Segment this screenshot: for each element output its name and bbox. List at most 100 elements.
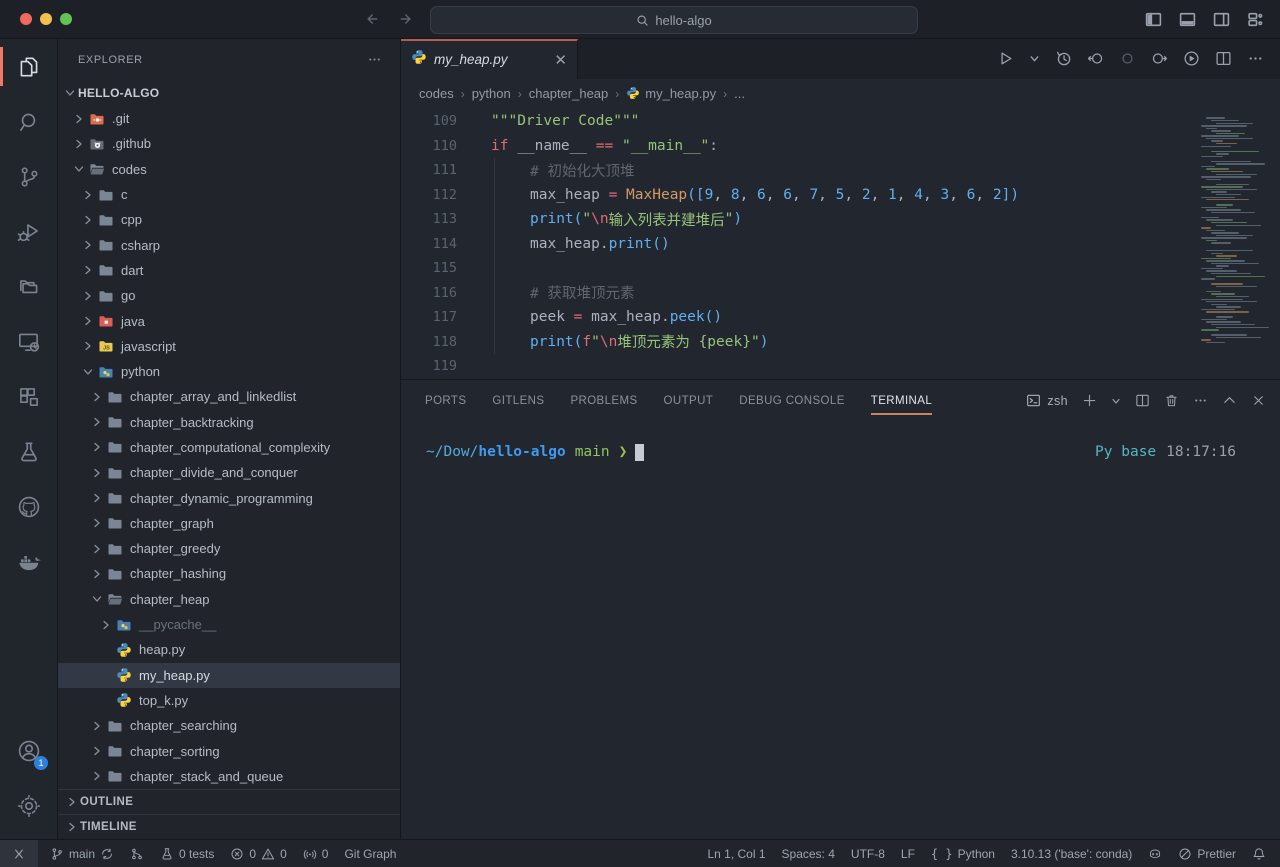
activity-source-control[interactable] <box>0 149 57 204</box>
code-editor[interactable]: 109"""Driver Code"""110if __name__ == "_… <box>401 109 1280 379</box>
dropdown-icon[interactable] <box>1111 396 1121 406</box>
tree-item[interactable]: c <box>58 182 400 207</box>
git-graph-button[interactable] <box>122 840 152 867</box>
language-mode[interactable]: { }Python <box>923 847 1003 861</box>
tree-item[interactable]: HELLO-ALGO <box>58 81 400 106</box>
panel-tab-problems[interactable]: PROBLEMS <box>570 380 637 422</box>
prev-change-icon[interactable] <box>1087 50 1104 67</box>
run-dropdown-icon[interactable] <box>1029 53 1040 64</box>
tree-item[interactable]: chapter_searching <box>58 713 400 738</box>
breadcrumb-item[interactable]: python <box>472 86 511 101</box>
git-graph-label[interactable]: Git Graph <box>336 840 404 867</box>
layout-secondary-icon[interactable] <box>1213 11 1230 28</box>
tree-item[interactable]: chapter_backtracking <box>58 410 400 435</box>
encoding[interactable]: UTF-8 <box>843 847 893 861</box>
feedback-status[interactable]: 0 <box>295 840 337 867</box>
run-icon[interactable] <box>997 50 1014 67</box>
tree-item[interactable]: chapter_sorting <box>58 738 400 763</box>
section-outline[interactable]: OUTLINE <box>58 789 400 814</box>
tree-item[interactable]: chapter_greedy <box>58 536 400 561</box>
code-line[interactable]: 115 <box>401 256 1280 281</box>
panel-tab-terminal[interactable]: TERMINAL <box>871 380 932 422</box>
remote-indicator[interactable] <box>0 840 38 867</box>
tree-item[interactable]: chapter_stack_and_queue <box>58 764 400 789</box>
tree-item[interactable]: chapter_graph <box>58 511 400 536</box>
split-editor-icon[interactable] <box>1215 50 1232 67</box>
file-history-icon[interactable] <box>1055 50 1072 67</box>
breadcrumb-item[interactable]: chapter_heap <box>529 86 609 101</box>
tree-item[interactable]: dart <box>58 258 400 283</box>
python-interpreter[interactable]: 3.10.13 ('base': conda) <box>1003 847 1140 861</box>
tree-item[interactable]: chapter_hashing <box>58 561 400 586</box>
explorer-more-actions-icon[interactable] <box>367 52 382 67</box>
tree-item[interactable]: csharp <box>58 232 400 257</box>
close-tab-icon[interactable]: ✕ <box>554 51 567 69</box>
code-line[interactable]: 110if __name__ == "__main__": <box>401 133 1280 158</box>
activity-settings[interactable] <box>0 778 57 833</box>
branch-status[interactable]: main <box>42 840 122 867</box>
minimize-window-button[interactable] <box>40 13 52 25</box>
layout-sidebar-icon[interactable] <box>1145 11 1162 28</box>
activity-accounts[interactable]: 1 <box>0 723 57 778</box>
tree-item[interactable]: chapter_heap <box>58 587 400 612</box>
history-forward-icon[interactable] <box>398 10 416 28</box>
tree-item[interactable]: cpp <box>58 207 400 232</box>
panel-tab-ports[interactable]: PORTS <box>425 380 466 422</box>
zoom-window-button[interactable] <box>60 13 72 25</box>
cursor-position[interactable]: Ln 1, Col 1 <box>699 847 773 861</box>
tree-item[interactable]: my_heap.py <box>58 663 400 688</box>
activity-extensions[interactable] <box>0 369 57 424</box>
terminal-shell-selector[interactable]: zsh <box>1026 393 1068 408</box>
breadcrumb-item[interactable]: my_heap.py <box>626 86 716 101</box>
code-line[interactable]: 109"""Driver Code""" <box>401 109 1280 134</box>
panel-tab-output[interactable]: OUTPUT <box>664 380 714 422</box>
tests-status[interactable]: 0 tests <box>152 840 222 867</box>
layout-customize-icon[interactable] <box>1247 11 1264 28</box>
tree-item[interactable]: chapter_computational_complexity <box>58 435 400 460</box>
activity-docker[interactable] <box>0 534 57 589</box>
tree-item[interactable]: java <box>58 308 400 333</box>
minimap[interactable] <box>1196 109 1280 379</box>
code-line[interactable]: 118print(f"\n堆顶元素为 {peek}") <box>401 329 1280 354</box>
next-change-icon[interactable] <box>1151 50 1168 67</box>
prettier-status[interactable]: Prettier <box>1170 847 1244 861</box>
tree-item[interactable]: JSjavascript <box>58 334 400 359</box>
problems-status[interactable]: 00 <box>222 840 294 867</box>
activity-remote-explorer[interactable] <box>0 314 57 369</box>
eol[interactable]: LF <box>893 847 923 861</box>
indentation[interactable]: Spaces: 4 <box>774 847 843 861</box>
terminal[interactable]: ~/Dow/hello-algomain❯ Py base18:17:16 <box>401 422 1280 839</box>
panel-tab-gitlens[interactable]: GITLENS <box>492 380 544 422</box>
tree-item[interactable]: chapter_dynamic_programming <box>58 485 400 510</box>
history-back-icon[interactable] <box>362 10 380 28</box>
code-line[interactable]: 111# 初始化大顶堆 <box>401 158 1280 183</box>
code-line[interactable]: 117peek = max_heap.peek() <box>401 305 1280 330</box>
activity-github[interactable] <box>0 479 57 534</box>
activity-open-editors[interactable] <box>0 259 57 314</box>
tree-item[interactable]: chapter_array_and_linkedlist <box>58 384 400 409</box>
run-or-debug-icon[interactable] <box>1183 50 1200 67</box>
split-panel-icon[interactable] <box>1135 393 1150 408</box>
command-center-search[interactable]: hello-algo <box>430 6 918 34</box>
activity-search[interactable] <box>0 94 57 149</box>
tree-item[interactable]: .github <box>58 131 400 156</box>
tree-item[interactable]: top_k.py <box>58 688 400 713</box>
more-icon[interactable] <box>1247 50 1264 67</box>
code-line[interactable]: 116# 获取堆顶元素 <box>401 280 1280 305</box>
section-timeline[interactable]: TIMELINE <box>58 814 400 839</box>
tree-item[interactable]: .git <box>58 106 400 131</box>
add-icon[interactable] <box>1082 393 1097 408</box>
notifications[interactable] <box>1244 847 1274 861</box>
tree-item[interactable]: go <box>58 283 400 308</box>
panel-tab-debug-console[interactable]: DEBUG CONSOLE <box>739 380 845 422</box>
tree-item[interactable]: heap.py <box>58 637 400 662</box>
code-line[interactable]: 112max_heap = MaxHeap([9, 8, 6, 6, 7, 5,… <box>401 182 1280 207</box>
activity-explorer[interactable] <box>0 39 57 94</box>
tree-item[interactable]: codes <box>58 157 400 182</box>
trash-icon[interactable] <box>1164 393 1179 408</box>
activity-run-debug[interactable] <box>0 204 57 259</box>
copilot-status[interactable] <box>1140 847 1170 861</box>
activity-testing[interactable] <box>0 424 57 479</box>
close-window-button[interactable] <box>20 13 32 25</box>
more-icon[interactable] <box>1193 393 1208 408</box>
